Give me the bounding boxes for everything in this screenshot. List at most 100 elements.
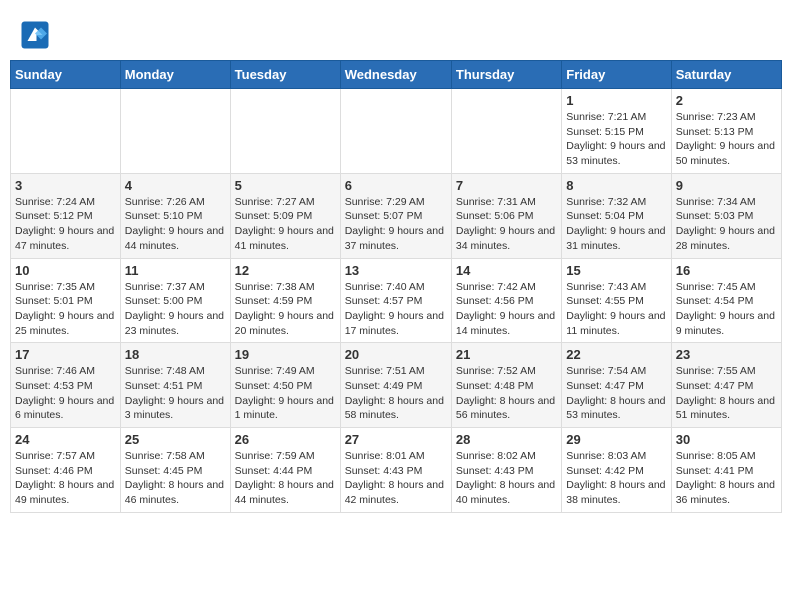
day-cell <box>230 89 340 174</box>
day-info: Sunrise: 7:34 AMSunset: 5:03 PMDaylight:… <box>676 195 777 254</box>
day-info: Sunrise: 7:40 AMSunset: 4:57 PMDaylight:… <box>345 280 447 339</box>
day-info: Sunrise: 7:48 AMSunset: 4:51 PMDaylight:… <box>125 364 226 423</box>
day-cell: 6 Sunrise: 7:29 AMSunset: 5:07 PMDaylight… <box>340 173 451 258</box>
day-info: Sunrise: 7:54 AMSunset: 4:47 PMDaylight:… <box>566 364 666 423</box>
header <box>10 10 782 55</box>
day-number: 18 <box>125 347 226 362</box>
day-number: 25 <box>125 432 226 447</box>
day-info: Sunrise: 7:46 AMSunset: 4:53 PMDaylight:… <box>15 364 116 423</box>
day-info: Sunrise: 8:02 AMSunset: 4:43 PMDaylight:… <box>456 449 557 508</box>
day-cell: 11 Sunrise: 7:37 AMSunset: 5:00 PMDayligh… <box>120 258 230 343</box>
day-number: 12 <box>235 263 336 278</box>
day-cell: 25Sunrise: 7:58 AMSunset: 4:45 PMDayligh… <box>120 428 230 513</box>
day-number: 3 <box>15 178 116 193</box>
day-cell: 13 Sunrise: 7:40 AMSunset: 4:57 PMDayligh… <box>340 258 451 343</box>
day-info: Sunrise: 8:05 AMSunset: 4:41 PMDaylight:… <box>676 449 777 508</box>
day-info: Sunrise: 7:43 AMSunset: 4:55 PMDaylight:… <box>566 280 666 339</box>
day-info: Sunrise: 7:27 AMSunset: 5:09 PMDaylight:… <box>235 195 336 254</box>
day-info: Sunrise: 7:55 AMSunset: 4:47 PMDaylight:… <box>676 364 777 423</box>
day-number: 19 <box>235 347 336 362</box>
day-number: 20 <box>345 347 447 362</box>
day-info: Sunrise: 7:21 AMSunset: 5:15 PMDaylight:… <box>566 110 666 169</box>
day-info: Sunrise: 7:51 AMSunset: 4:49 PMDaylight:… <box>345 364 447 423</box>
day-cell: 17 Sunrise: 7:46 AMSunset: 4:53 PMDayligh… <box>11 343 121 428</box>
day-info: Sunrise: 7:49 AMSunset: 4:50 PMDaylight:… <box>235 364 336 423</box>
day-cell: 29 Sunrise: 8:03 AMSunset: 4:42 PMDayligh… <box>562 428 671 513</box>
weekday-header-wednesday: Wednesday <box>340 61 451 89</box>
day-number: 2 <box>676 93 777 108</box>
week-row-5: 24 Sunrise: 7:57 AMSunset: 4:46 PMDayligh… <box>11 428 782 513</box>
day-info: Sunrise: 7:31 AMSunset: 5:06 PMDaylight:… <box>456 195 557 254</box>
day-number: 13 <box>345 263 447 278</box>
day-number: 27 <box>345 432 447 447</box>
weekday-header-saturday: Saturday <box>671 61 781 89</box>
day-cell: 20 Sunrise: 7:51 AMSunset: 4:49 PMDayligh… <box>340 343 451 428</box>
day-cell: 18 Sunrise: 7:48 AMSunset: 4:51 PMDayligh… <box>120 343 230 428</box>
day-number: 24 <box>15 432 116 447</box>
weekday-header-row: SundayMondayTuesdayWednesdayThursdayFrid… <box>11 61 782 89</box>
day-info: Sunrise: 7:35 AMSunset: 5:01 PMDaylight:… <box>15 280 116 339</box>
day-cell: 23 Sunrise: 7:55 AMSunset: 4:47 PMDayligh… <box>671 343 781 428</box>
day-info: Sunrise: 8:03 AMSunset: 4:42 PMDaylight:… <box>566 449 666 508</box>
weekday-header-sunday: Sunday <box>11 61 121 89</box>
week-row-4: 17 Sunrise: 7:46 AMSunset: 4:53 PMDayligh… <box>11 343 782 428</box>
weekday-header-monday: Monday <box>120 61 230 89</box>
day-info: Sunrise: 7:45 AMSunset: 4:54 PMDaylight:… <box>676 280 777 339</box>
calendar: SundayMondayTuesdayWednesdayThursdayFrid… <box>10 60 782 513</box>
day-number: 4 <box>125 178 226 193</box>
week-row-1: 1 Sunrise: 7:21 AMSunset: 5:15 PMDaylight… <box>11 89 782 174</box>
day-number: 7 <box>456 178 557 193</box>
week-row-2: 3Sunrise: 7:24 AMSunset: 5:12 PMDaylight… <box>11 173 782 258</box>
day-number: 15 <box>566 263 666 278</box>
day-info: Sunrise: 7:32 AMSunset: 5:04 PMDaylight:… <box>566 195 666 254</box>
day-cell <box>11 89 121 174</box>
day-cell: 16 Sunrise: 7:45 AMSunset: 4:54 PMDayligh… <box>671 258 781 343</box>
day-info: Sunrise: 7:26 AMSunset: 5:10 PMDaylight:… <box>125 195 226 254</box>
day-number: 29 <box>566 432 666 447</box>
day-info: Sunrise: 7:23 AMSunset: 5:13 PMDaylight:… <box>676 110 777 169</box>
day-cell: 5 Sunrise: 7:27 AMSunset: 5:09 PMDaylight… <box>230 173 340 258</box>
day-number: 17 <box>15 347 116 362</box>
week-row-3: 10 Sunrise: 7:35 AMSunset: 5:01 PMDayligh… <box>11 258 782 343</box>
day-number: 1 <box>566 93 666 108</box>
day-cell <box>340 89 451 174</box>
day-cell: 10 Sunrise: 7:35 AMSunset: 5:01 PMDayligh… <box>11 258 121 343</box>
day-number: 9 <box>676 178 777 193</box>
day-number: 30 <box>676 432 777 447</box>
day-cell <box>451 89 561 174</box>
day-number: 10 <box>15 263 116 278</box>
day-number: 8 <box>566 178 666 193</box>
day-number: 5 <box>235 178 336 193</box>
day-cell: 21Sunrise: 7:52 AMSunset: 4:48 PMDayligh… <box>451 343 561 428</box>
day-info: Sunrise: 7:42 AMSunset: 4:56 PMDaylight:… <box>456 280 557 339</box>
day-cell: 12 Sunrise: 7:38 AMSunset: 4:59 PMDayligh… <box>230 258 340 343</box>
day-number: 28 <box>456 432 557 447</box>
day-info: Sunrise: 7:29 AMSunset: 5:07 PMDaylight:… <box>345 195 447 254</box>
day-cell: 4 Sunrise: 7:26 AMSunset: 5:10 PMDaylight… <box>120 173 230 258</box>
day-cell: 22 Sunrise: 7:54 AMSunset: 4:47 PMDayligh… <box>562 343 671 428</box>
day-cell: 1 Sunrise: 7:21 AMSunset: 5:15 PMDaylight… <box>562 89 671 174</box>
day-cell: 9 Sunrise: 7:34 AMSunset: 5:03 PMDaylight… <box>671 173 781 258</box>
day-cell: 24 Sunrise: 7:57 AMSunset: 4:46 PMDayligh… <box>11 428 121 513</box>
day-number: 26 <box>235 432 336 447</box>
logo <box>20 20 54 50</box>
day-info: Sunrise: 7:57 AMSunset: 4:46 PMDaylight:… <box>15 449 116 508</box>
day-info: Sunrise: 7:37 AMSunset: 5:00 PMDaylight:… <box>125 280 226 339</box>
day-cell: 2 Sunrise: 7:23 AMSunset: 5:13 PMDaylight… <box>671 89 781 174</box>
day-info: Sunrise: 8:01 AMSunset: 4:43 PMDaylight:… <box>345 449 447 508</box>
logo-icon <box>20 20 50 50</box>
day-info: Sunrise: 7:52 AMSunset: 4:48 PMDaylight:… <box>456 364 557 423</box>
day-info: Sunrise: 7:38 AMSunset: 4:59 PMDaylight:… <box>235 280 336 339</box>
day-cell: 19 Sunrise: 7:49 AMSunset: 4:50 PMDayligh… <box>230 343 340 428</box>
day-number: 6 <box>345 178 447 193</box>
day-number: 14 <box>456 263 557 278</box>
day-cell <box>120 89 230 174</box>
day-number: 16 <box>676 263 777 278</box>
day-number: 22 <box>566 347 666 362</box>
day-cell: 28 Sunrise: 8:02 AMSunset: 4:43 PMDayligh… <box>451 428 561 513</box>
weekday-header-thursday: Thursday <box>451 61 561 89</box>
weekday-header-friday: Friday <box>562 61 671 89</box>
day-number: 23 <box>676 347 777 362</box>
day-cell: 7 Sunrise: 7:31 AMSunset: 5:06 PMDaylight… <box>451 173 561 258</box>
day-number: 11 <box>125 263 226 278</box>
